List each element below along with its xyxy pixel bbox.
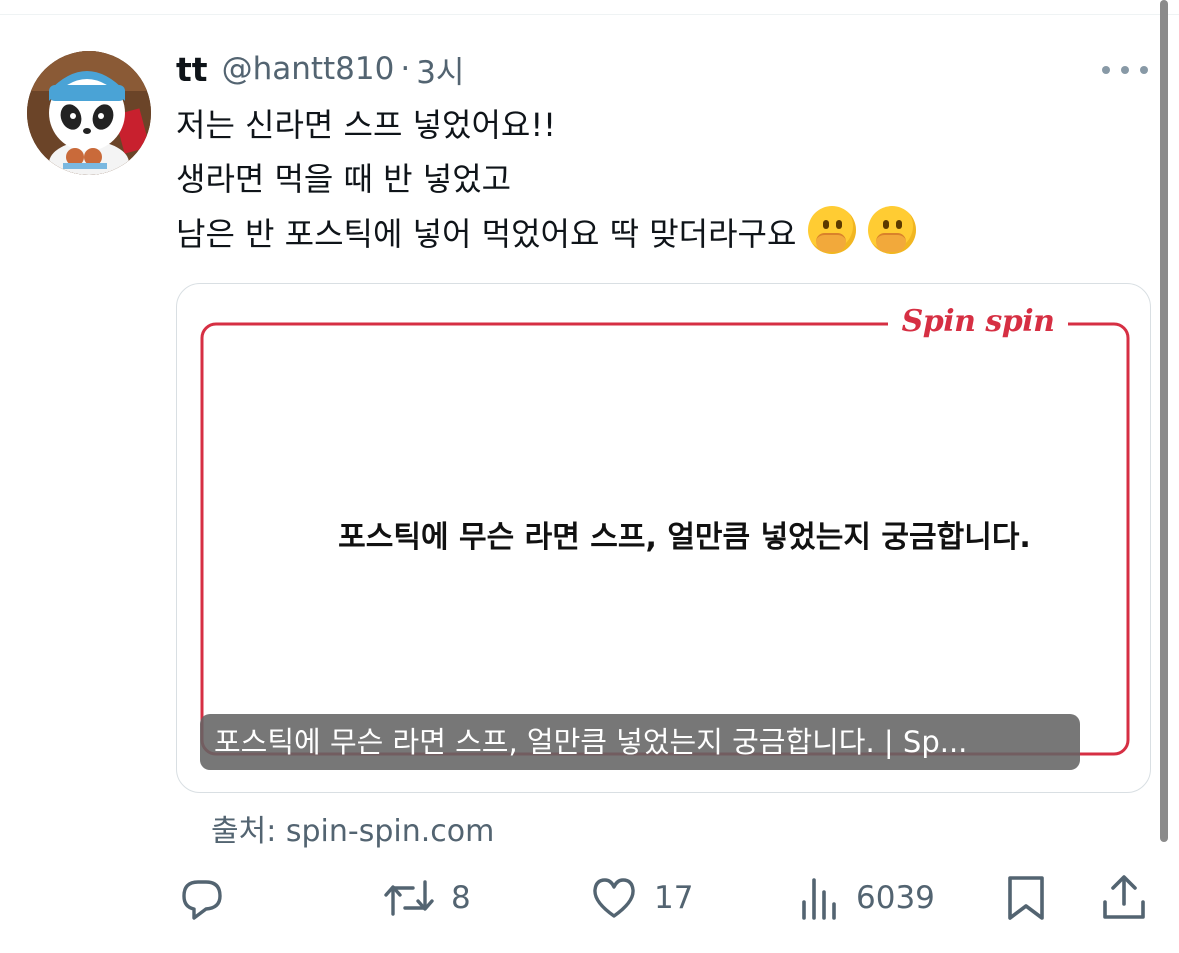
display-name[interactable]: tt xyxy=(176,50,208,89)
share-icon xyxy=(1103,875,1145,919)
views-count: 6039 xyxy=(856,880,935,916)
tweet-line-3-wrapper: 남은 반 포스틱에 넣어 먹었어요 딱 맞더라구요 xyxy=(176,206,917,260)
retweet-count: 8 xyxy=(451,880,471,916)
more-options-icon[interactable] xyxy=(1102,60,1148,80)
card-headline: 포스틱에 무슨 라면 스프, 얼만큼 넣었는지 궁금합니다. xyxy=(177,512,1150,556)
source-link[interactable]: 출처: spin-spin.com xyxy=(211,806,494,850)
spin-spin-logo: Spin spin xyxy=(888,304,1068,339)
scrollbar[interactable] xyxy=(1160,0,1168,842)
bookmark-button[interactable] xyxy=(1004,868,1048,928)
views-button[interactable]: 6039 xyxy=(800,868,935,928)
retweet-icon xyxy=(384,880,434,916)
like-button[interactable]: 17 xyxy=(590,868,693,928)
reply-icon xyxy=(182,880,222,920)
card-caption: 포스틱에 무슨 라면 스프, 얼만큼 넣었는지 궁금합니다. | Sp... xyxy=(200,714,1080,770)
action-bar: 8 17 6039 xyxy=(0,868,1179,928)
tweet-text: 저는 신라면 스프 넣었어요!! 생라면 먹을 때 반 넣었고 남은 반 포스틱… xyxy=(176,98,917,260)
card-headline-text: 포스틱에 무슨 라면 스프, 얼만큼 넣었는지 궁금합니다. xyxy=(338,520,1031,555)
separator-dot: · xyxy=(400,51,411,87)
top-divider xyxy=(0,14,1179,15)
like-count: 17 xyxy=(654,880,694,916)
retweet-button[interactable]: 8 xyxy=(383,868,471,928)
link-card[interactable]: Spin spin 포스틱에 무슨 라면 스프, 얼만큼 넣었는지 궁금합니다.… xyxy=(176,283,1151,793)
face-with-hand-over-mouth-icon xyxy=(808,206,857,254)
tweet-header: tt @hantt810 · 3시 xyxy=(176,47,464,92)
tweet-line-1: 저는 신라면 스프 넣었어요!! xyxy=(176,106,557,144)
tweet-line-2: 생라면 먹을 때 반 넣었고 xyxy=(176,160,512,198)
timestamp[interactable]: 3시 xyxy=(416,47,464,92)
bookmark-icon xyxy=(1008,876,1044,920)
heart-icon xyxy=(593,878,635,918)
reply-button[interactable] xyxy=(178,868,226,928)
user-handle[interactable]: @hantt810 xyxy=(222,51,395,87)
panda-mascot-image xyxy=(27,51,151,175)
views-icon xyxy=(802,878,836,920)
share-button[interactable] xyxy=(1100,868,1148,928)
face-with-hand-over-mouth-icon xyxy=(868,206,917,254)
avatar[interactable] xyxy=(27,51,151,175)
tweet-line-3: 남은 반 포스틱에 넣어 먹었어요 딱 맞더라구요 xyxy=(176,215,797,253)
